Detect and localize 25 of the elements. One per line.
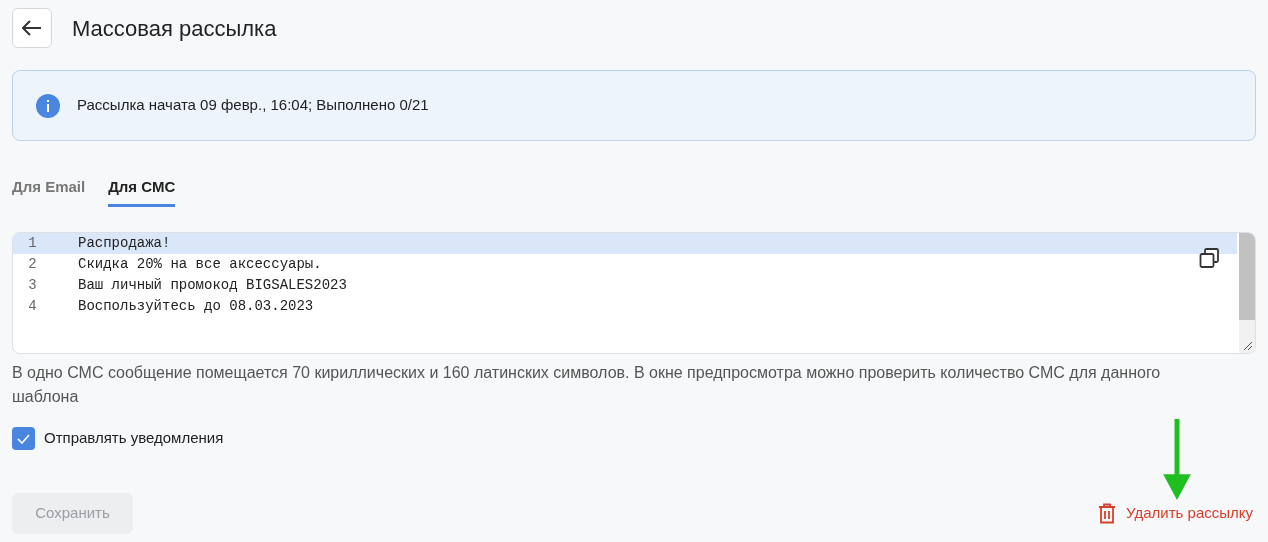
copy-icon[interactable] (1199, 248, 1220, 269)
code-line: Распродажа! (78, 234, 171, 253)
info-icon (36, 93, 60, 118)
checkbox[interactable] (12, 427, 35, 450)
line-number: 2 (27, 255, 38, 274)
hint-text: В одно СМС сообщение помещается 70 кириллических и 160 латинских символов. В окне предпросмотра можно проверить количество СМС для данного шаблона (12, 363, 1162, 407)
checkbox-label: Отправлять уведомления (44, 428, 224, 449)
line-number: 3 (27, 276, 38, 295)
code-line: Скидка 20% на все аксессуары. (78, 255, 322, 274)
resize-handle-icon[interactable] (1243, 341, 1253, 351)
scrollbar[interactable] (1239, 233, 1255, 353)
back-arrow-icon (22, 20, 42, 36)
trash-icon (1098, 503, 1117, 524)
line-number: 4 (27, 297, 38, 316)
tab[interactable]: Для СМС (108, 176, 176, 207)
back-button[interactable] (12, 8, 52, 48)
check-icon (17, 433, 30, 444)
page-title: Массовая рассылка (72, 14, 277, 43)
code-line: Ваш личный промокод BIGSALES2023 (78, 276, 347, 295)
line-number: 1 (27, 234, 38, 253)
tab[interactable]: Для Email (12, 176, 86, 207)
sms-editor[interactable]: 1 Распродажа! 2 Скидка 20% на все аксессуары. 3 Ваш личный промокод BIGSALES2023 4 Воспользуйтесь до 08.03.2023 (12, 232, 1256, 354)
code-line: Воспользуйтесь до 08.03.2023 (78, 297, 314, 316)
delete-link[interactable]: Удалить рассылку (1098, 502, 1253, 525)
banner-text: Рассылка начата 09 февр., 16:04; Выполнено 0/21 (77, 95, 429, 116)
